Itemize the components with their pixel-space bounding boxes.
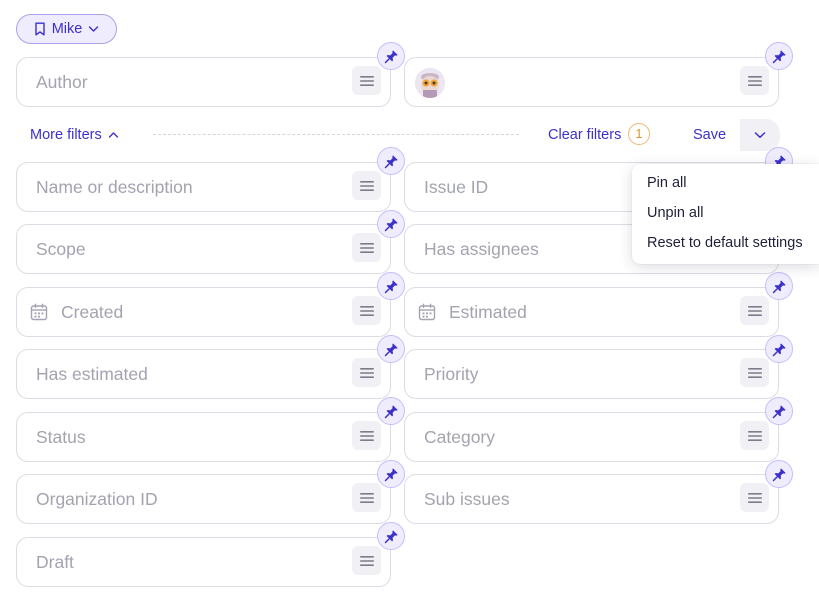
filter-placeholder: Organization ID [36,489,158,509]
drag-handle-icon[interactable] [740,296,769,325]
pin-icon[interactable] [377,522,405,550]
status-filter[interactable]: Status [16,412,391,462]
chevron-up-icon [108,132,118,138]
drag-handle-icon[interactable] [740,358,769,387]
pin-icon[interactable] [765,460,793,488]
calendar-icon [30,303,48,321]
drag-handle-icon[interactable] [352,296,381,325]
preset-label: Mike [51,21,83,37]
menu-item-reset-default[interactable]: Reset to default settings [632,228,819,258]
menu-item-pin-all[interactable]: Pin all [632,168,819,198]
save-options-dropdown[interactable] [740,119,780,151]
pin-icon[interactable] [765,397,793,425]
drag-handle-icon[interactable] [352,66,381,95]
bookmark-icon [34,22,45,36]
priority-filter[interactable]: Priority [404,349,779,399]
has-estimated-filter[interactable]: Has estimated [16,349,391,399]
drag-handle-icon[interactable] [352,358,381,387]
filter-placeholder: Has estimated [36,364,148,384]
scope-filter[interactable]: Scope [16,224,391,274]
pin-icon[interactable] [377,335,405,363]
organization-id-filter[interactable]: Organization ID [16,474,391,524]
filter-placeholder: Estimated [449,302,527,322]
pin-icon[interactable] [765,272,793,300]
filter-placeholder: Name or description [36,177,193,197]
filter-placeholder: Priority [424,364,479,384]
assignee-filter[interactable] [404,57,779,107]
drag-handle-icon[interactable] [740,421,769,450]
drag-handle-icon[interactable] [740,483,769,512]
filter-placeholder: Has assignees [424,239,539,259]
author-filter[interactable]: Author [16,57,391,107]
draft-filter[interactable]: Draft [16,537,391,587]
name-or-description-filter[interactable]: Name or description [16,162,391,212]
pin-icon[interactable] [765,335,793,363]
filter-placeholder: Created [61,302,124,322]
pin-icon[interactable] [377,210,405,238]
filter-placeholder: Scope [36,239,86,259]
unpin-assignee-pin-icon[interactable] [765,42,793,70]
drag-handle-icon[interactable] [352,233,381,262]
sub-issues-filter[interactable]: Sub issues [404,474,779,524]
save-options-menu: Pin all Unpin all Reset to default setti… [632,164,819,264]
created-filter[interactable]: Created [16,287,391,337]
chevron-down-icon [754,132,766,139]
drag-handle-icon[interactable] [740,66,769,95]
filter-placeholder: Sub issues [424,489,510,509]
more-filters-toggle[interactable]: More filters [30,125,119,145]
assignee-avatar [415,68,445,98]
filter-placeholder: Issue ID [424,177,489,197]
category-filter[interactable]: Category [404,412,779,462]
preset-selector[interactable]: Mike [16,14,117,44]
filter-placeholder: Category [424,427,496,447]
more-filters-label: More filters [30,127,102,143]
pin-icon[interactable] [377,147,405,175]
pin-icon[interactable] [377,397,405,425]
filter-placeholder: Status [36,427,86,447]
drag-handle-icon[interactable] [352,546,381,575]
drag-handle-icon[interactable] [352,421,381,450]
drag-handle-icon[interactable] [352,171,381,200]
menu-item-unpin-all[interactable]: Unpin all [632,198,819,228]
author-placeholder: Author [36,72,88,92]
drag-handle-icon[interactable] [352,483,381,512]
unpin-author-pin-icon[interactable] [377,42,405,70]
clear-filters-button[interactable]: Clear filters [548,125,621,145]
pin-icon[interactable] [377,460,405,488]
chevron-down-icon [89,26,99,32]
pin-icon[interactable] [377,272,405,300]
active-filter-count-badge: 1 [628,123,650,145]
filter-placeholder: Draft [36,552,74,572]
save-button[interactable]: Save [693,125,726,145]
divider [153,134,519,135]
calendar-icon [418,303,436,321]
estimated-filter[interactable]: Estimated [404,287,779,337]
